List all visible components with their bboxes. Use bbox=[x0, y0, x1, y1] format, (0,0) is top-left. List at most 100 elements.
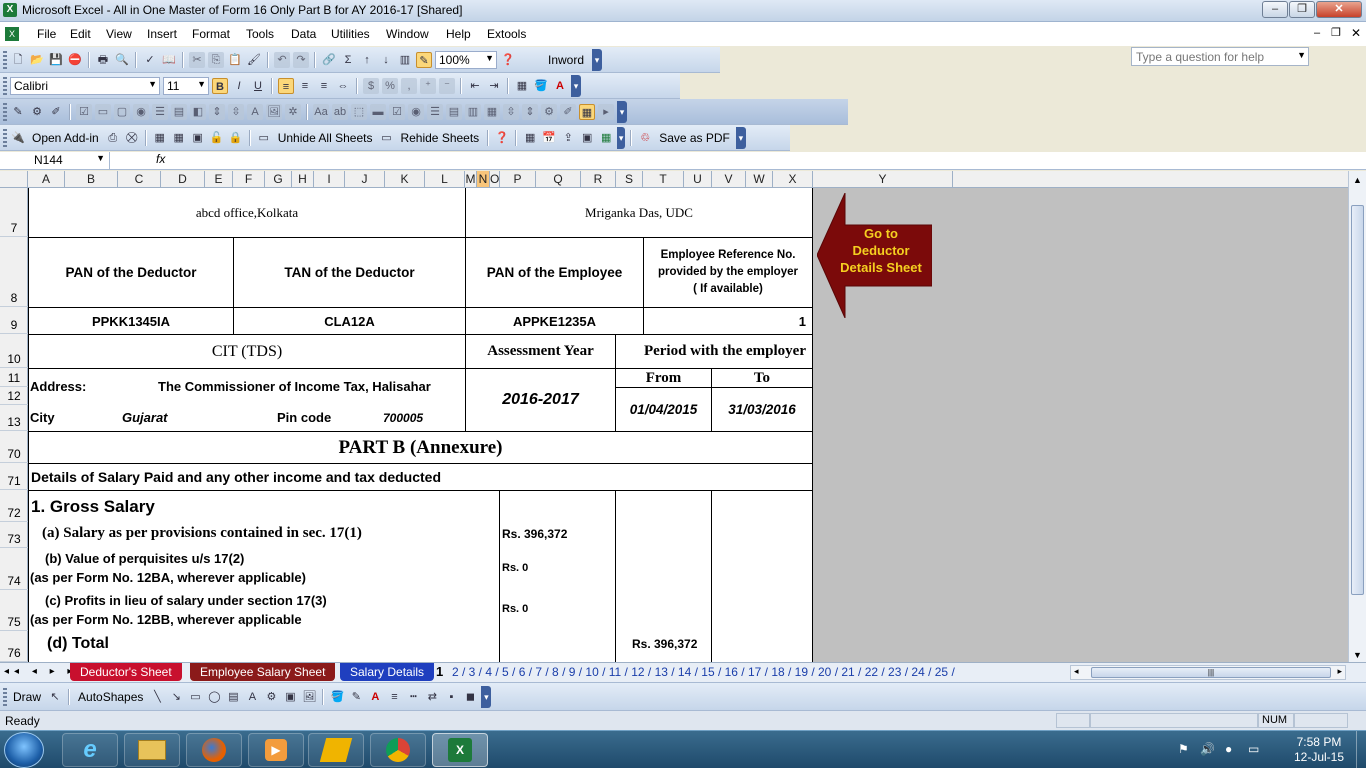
column-header[interactable]: T bbox=[643, 171, 684, 187]
calculator-icon[interactable]: ▣ bbox=[579, 130, 595, 146]
profits-value[interactable]: Rs. 0 bbox=[502, 603, 528, 615]
chevron-down-icon[interactable]: ▼ bbox=[96, 153, 105, 163]
decrease-decimal-icon[interactable]: ⁻ bbox=[439, 78, 455, 94]
workbook-close-button[interactable]: ✕ bbox=[1351, 26, 1361, 40]
diagram-icon[interactable]: ⚙ bbox=[263, 689, 279, 705]
fill-color-icon[interactable]: 🪣 bbox=[533, 78, 549, 94]
toolbar-options-chevron-icon[interactable]: ▾ bbox=[481, 686, 492, 708]
more-controls-icon[interactable]: ✲ bbox=[285, 104, 301, 120]
perquisites-value[interactable]: Rs. 0 bbox=[502, 562, 528, 574]
column-header[interactable]: E bbox=[205, 171, 233, 187]
listbox-control-icon[interactable]: ☰ bbox=[152, 104, 168, 120]
help-icon[interactable]: ❓ bbox=[500, 52, 516, 68]
grid-tool-icon[interactable]: ▦ bbox=[152, 130, 168, 146]
toolbar-options-chevron-icon[interactable]: ▾ bbox=[617, 127, 626, 149]
menu-utilities[interactable]: Utilities bbox=[331, 27, 370, 41]
align-left-icon[interactable]: ≡ bbox=[278, 78, 294, 94]
column-header[interactable]: W bbox=[746, 171, 773, 187]
rehide-sheets-icon[interactable]: ▭ bbox=[378, 130, 394, 146]
column-header[interactable]: I bbox=[314, 171, 345, 187]
help-search-input[interactable]: Type a question for help ▼ bbox=[1131, 47, 1309, 66]
from-date-value[interactable]: 01/04/2015 bbox=[615, 387, 712, 432]
column-header[interactable]: H bbox=[292, 171, 314, 187]
unlock-icon[interactable]: 🔓 bbox=[209, 130, 225, 146]
increase-decimal-icon[interactable]: ⁺ bbox=[420, 78, 436, 94]
pin-value[interactable]: 700005 bbox=[383, 411, 423, 425]
print-icon[interactable]: 🖶 bbox=[95, 52, 111, 68]
workbook-icon[interactable]: X bbox=[5, 27, 19, 41]
menu-insert[interactable]: Insert bbox=[147, 27, 177, 41]
office-name-cell[interactable]: abcd office,Kolkata bbox=[28, 188, 466, 238]
row-header[interactable]: 73 bbox=[0, 522, 28, 548]
permission-icon[interactable]: ⛔ bbox=[67, 52, 83, 68]
tab-active-1[interactable]: 1 bbox=[436, 664, 443, 679]
redo-icon[interactable]: ↷ bbox=[293, 52, 309, 68]
row-header[interactable]: 71 bbox=[0, 463, 28, 490]
line-color-icon[interactable]: ✎ bbox=[348, 689, 364, 705]
chevron-down-icon[interactable]: ▼ bbox=[1297, 50, 1306, 60]
print-preview-icon[interactable]: 🔍 bbox=[114, 52, 130, 68]
chevron-down-icon[interactable]: ▼ bbox=[197, 79, 206, 89]
open-icon[interactable]: 📂 bbox=[29, 52, 45, 68]
tab-employee-salary-sheet[interactable]: Employee Salary Sheet bbox=[190, 663, 336, 681]
question-icon[interactable]: ❓ bbox=[494, 130, 510, 146]
menu-extools[interactable]: Extools bbox=[487, 27, 526, 41]
to-date-value[interactable]: 31/03/2016 bbox=[711, 387, 813, 432]
name-box[interactable]: N144 ▼ bbox=[0, 152, 110, 169]
row-header[interactable]: 9 bbox=[0, 307, 28, 334]
spelling-icon[interactable]: ✓ bbox=[142, 52, 158, 68]
open-addin-button[interactable]: Open Add-in bbox=[29, 131, 102, 145]
form-list-icon[interactable]: ☰ bbox=[427, 104, 443, 120]
tan-deductor-value[interactable]: CLA12A bbox=[233, 307, 466, 335]
maximize-button[interactable]: ❐ bbox=[1289, 1, 1315, 18]
column-header[interactable]: U bbox=[684, 171, 712, 187]
toolbar-options-chevron-icon[interactable]: ▾ bbox=[592, 49, 603, 71]
hscroll-thumb[interactable]: ||| bbox=[1091, 667, 1331, 678]
line-icon[interactable]: ╲ bbox=[149, 689, 165, 705]
worksheet-grid[interactable]: abcd office,Kolkata Mriganka Das, UDC PA… bbox=[28, 188, 813, 662]
column-header[interactable]: F bbox=[233, 171, 265, 187]
wordart-icon[interactable]: A bbox=[244, 689, 260, 705]
rehide-sheets-button[interactable]: Rehide Sheets bbox=[397, 131, 482, 145]
row-header[interactable]: 74 bbox=[0, 548, 28, 590]
action-center-icon[interactable]: ⚑ bbox=[1178, 742, 1189, 756]
employee-reference-value[interactable]: 1 bbox=[643, 307, 813, 335]
font-size-combo[interactable]: 11 ▼ bbox=[163, 77, 209, 95]
column-header[interactable]: S bbox=[616, 171, 643, 187]
label-icon[interactable]: Aa bbox=[313, 104, 329, 120]
chart-wizard-icon[interactable]: ▥ bbox=[397, 52, 413, 68]
align-center-icon[interactable]: ≡ bbox=[297, 78, 313, 94]
salary-17-1-value[interactable]: Rs. 396,372 bbox=[502, 527, 567, 541]
column-header[interactable]: O bbox=[490, 171, 500, 187]
inword-button[interactable]: Inword bbox=[545, 53, 587, 67]
font-color-icon[interactable]: A bbox=[367, 689, 383, 705]
open-addin-icon[interactable]: 🔌 bbox=[10, 130, 26, 146]
row-header[interactable]: 11 bbox=[0, 368, 28, 387]
draw-menu-button[interactable]: Draw bbox=[10, 690, 44, 704]
fill-color-icon[interactable]: 🪣 bbox=[329, 689, 345, 705]
checkbox-control-icon[interactable]: ☑ bbox=[76, 104, 92, 120]
copy-icon[interactable]: ⎘ bbox=[208, 52, 224, 68]
label-control-icon[interactable]: A bbox=[247, 104, 263, 120]
combobox-control-icon[interactable]: ▤ bbox=[171, 104, 187, 120]
scroll-thumb[interactable] bbox=[1351, 205, 1364, 595]
sort-descending-icon[interactable]: ↓ bbox=[378, 52, 394, 68]
save-icon[interactable]: 💾 bbox=[48, 52, 64, 68]
format-painter-icon[interactable]: 🖌 bbox=[246, 52, 262, 68]
textbox-icon[interactable]: ▤ bbox=[225, 689, 241, 705]
italic-button[interactable]: I bbox=[231, 78, 247, 94]
hyperlink-icon[interactable]: 🔗 bbox=[321, 52, 337, 68]
excel-app-icon[interactable]: X bbox=[3, 3, 17, 17]
column-header[interactable]: C bbox=[118, 171, 161, 187]
scroll-control-icon[interactable]: ⇳ bbox=[228, 104, 244, 120]
system-clock[interactable]: 7:58 PM 12-Jul-15 bbox=[1294, 735, 1344, 765]
line-style-icon[interactable]: ≡ bbox=[386, 689, 402, 705]
select-objects-icon[interactable]: ↖ bbox=[47, 689, 63, 705]
column-header[interactable]: J bbox=[345, 171, 385, 187]
start-button-icon[interactable] bbox=[4, 732, 44, 768]
zoom-combo[interactable]: 100% ▼ bbox=[435, 51, 497, 69]
underline-button[interactable]: U bbox=[250, 78, 266, 94]
row-header[interactable]: 10 bbox=[0, 334, 28, 368]
display-icon[interactable]: ▭ bbox=[1248, 742, 1259, 756]
borders-icon[interactable]: ▦ bbox=[514, 78, 530, 94]
